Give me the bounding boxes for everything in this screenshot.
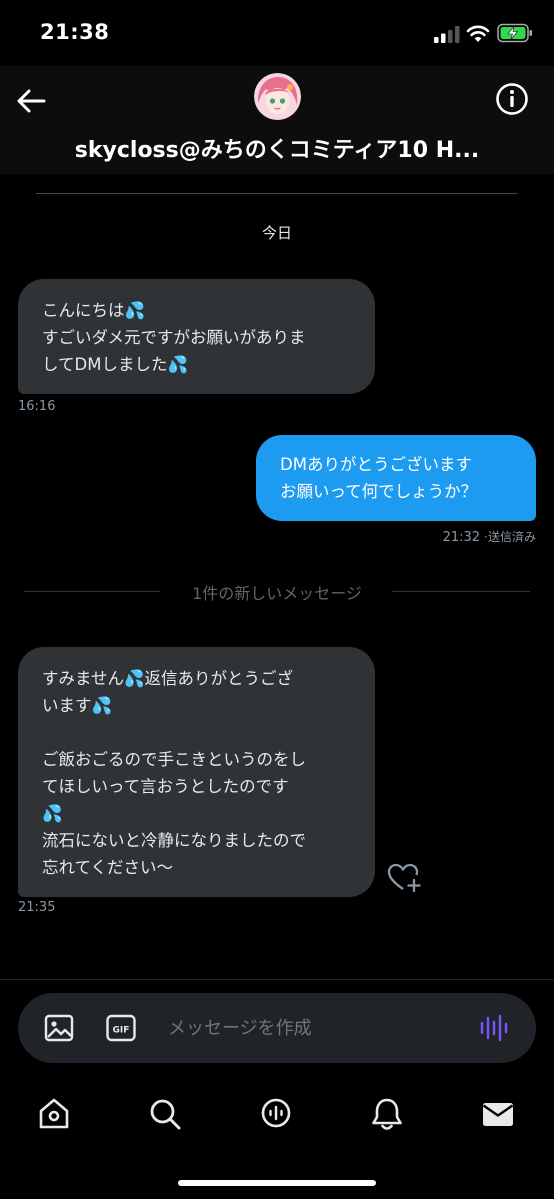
message-line: すごいダメ元ですがお願いがありま: [42, 328, 306, 347]
react-button[interactable]: [387, 862, 423, 894]
status-time: 21:38: [40, 20, 110, 44]
back-button[interactable]: [14, 84, 48, 118]
image-icon: [44, 1014, 74, 1042]
tab-messages[interactable]: [478, 1094, 518, 1134]
new-messages-label: 1件の新しいメッセージ: [192, 584, 362, 603]
bell-icon: [372, 1098, 402, 1130]
message-timestamp: 16:16: [18, 399, 56, 414]
message-line: 流石にないと冷静になりましたので: [42, 831, 306, 850]
message-line: てほしいって言おうとしたのです: [42, 777, 289, 796]
cellular-signal-icon: [434, 26, 460, 43]
home-icon: [39, 1098, 69, 1129]
message-composer: GIF: [18, 993, 536, 1063]
avatar[interactable]: [254, 73, 301, 120]
message-line: ご飯おごるので手こきというのをし: [42, 750, 306, 769]
message-line: お願いって何でしょうか？: [280, 482, 478, 501]
spaces-icon: [261, 1098, 291, 1128]
mail-icon: [482, 1103, 514, 1126]
message-bubble-outgoing[interactable]: DMありがとうございます お願いって何でしょうか？: [256, 435, 536, 521]
info-button[interactable]: [494, 81, 530, 117]
svg-text:GIF: GIF: [113, 1026, 130, 1036]
attach-image-button[interactable]: [44, 1013, 74, 1043]
message-timestamp: 21:32: [442, 530, 481, 545]
avatar-image: [254, 73, 301, 120]
status-bar: 21:38: [0, 0, 554, 66]
tab-notifications[interactable]: [367, 1094, 407, 1134]
tab-home[interactable]: [34, 1094, 74, 1134]
info-icon: [496, 83, 528, 115]
search-icon: [150, 1099, 181, 1130]
gif-button[interactable]: GIF: [106, 1014, 136, 1042]
tab-spaces[interactable]: [256, 1094, 296, 1134]
conversation-header: skycloss@みちのくコミティア10 H...: [0, 66, 554, 174]
battery-charging-icon: [497, 23, 532, 43]
heart-plus-icon: [387, 863, 421, 893]
new-messages-separator: 1件の新しいメッセージ: [24, 580, 530, 603]
message-meta: 21:32 ·送信済み: [390, 528, 536, 545]
wifi-icon: [466, 25, 490, 42]
message-bubble-incoming[interactable]: すみません💦返信ありがとうござ います💦 ご飯おごるので手こきというのをし てほ…: [18, 647, 375, 897]
message-input[interactable]: [168, 1015, 448, 1041]
bottom-tab-bar: [0, 1080, 554, 1150]
divider: [36, 193, 518, 194]
message-timestamp: 21:35: [18, 900, 56, 915]
message-line: してDMしました💦: [42, 355, 188, 374]
message-line: DMありがとうございます: [280, 455, 472, 474]
message-line: 忘れてください〜: [42, 858, 174, 877]
date-label: 今日: [261, 224, 292, 242]
message-status: ·送信済み: [484, 530, 536, 544]
message-bubble-incoming[interactable]: こんにちは💦 すごいダメ元ですがお願いがありま してDMしました💦: [18, 279, 375, 394]
voice-waveform-icon: [480, 1014, 508, 1042]
message-line: 💦: [42, 804, 63, 823]
arrow-left-icon: [17, 89, 46, 113]
home-indicator: [178, 1180, 376, 1186]
gif-icon: GIF: [106, 1014, 136, 1042]
message-line: すみません💦返信ありがとうござ: [42, 669, 294, 688]
message-line: います💦: [42, 696, 113, 715]
conversation-title[interactable]: skycloss@みちのくコミティア10 H...: [20, 132, 534, 164]
tab-search[interactable]: [145, 1094, 185, 1134]
message-line: こんにちは💦: [42, 301, 146, 320]
voice-message-button[interactable]: [478, 1013, 510, 1043]
divider: [0, 979, 554, 980]
